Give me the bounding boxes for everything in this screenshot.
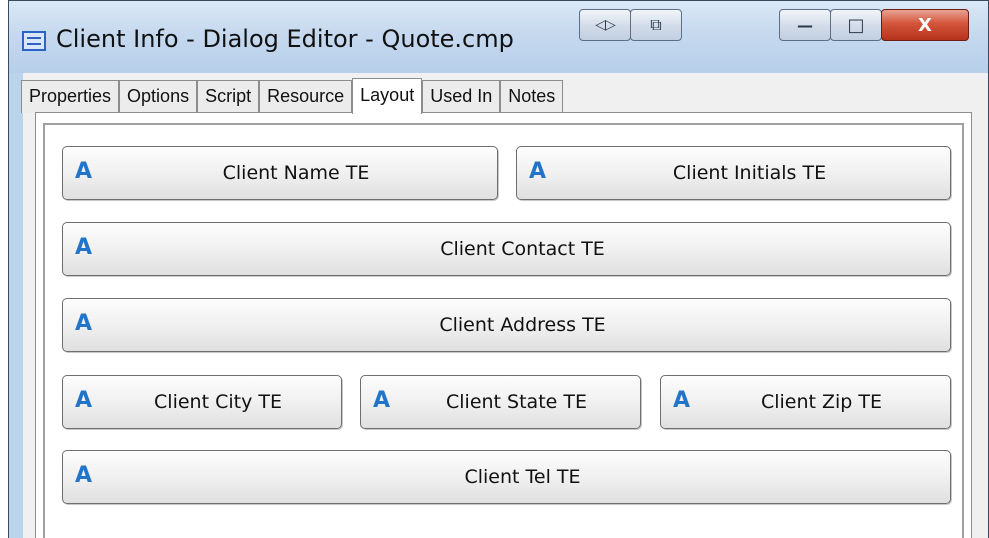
client-zip-field[interactable]: A Client Zip TE — [660, 375, 951, 429]
client-initials-field[interactable]: A Client Initials TE — [516, 146, 951, 200]
field-label: Client Contact TE — [440, 238, 605, 260]
text-edit-icon: A — [75, 311, 93, 336]
text-edit-icon: A — [529, 159, 547, 184]
text-edit-icon: A — [75, 235, 93, 260]
split-view-icon: ◁▷ — [595, 17, 616, 33]
dock-button[interactable]: ⧉ — [630, 9, 682, 41]
tab-used-in[interactable]: Used In — [422, 80, 501, 113]
dialog-window-icon[interactable] — [22, 31, 46, 51]
field-label: Client Zip TE — [760, 391, 883, 413]
text-edit-icon: A — [75, 388, 93, 413]
tab-strip: Properties Options Script Resource Layou… — [21, 77, 564, 114]
maximize-button[interactable]: □ — [830, 9, 882, 41]
field-label: Client City TE — [154, 391, 282, 413]
client-name-field[interactable]: A Client Name TE — [62, 146, 498, 200]
client-city-field[interactable]: A Client City TE — [62, 375, 342, 429]
text-edit-icon: A — [75, 159, 93, 184]
maximize-icon: □ — [847, 14, 865, 36]
layout-canvas: A Client Name TE A Client Initials TE A … — [43, 123, 964, 538]
layout-panel: A Client Name TE A Client Initials TE A … — [35, 112, 972, 538]
field-label: Client State TE — [446, 391, 587, 413]
tab-resource[interactable]: Resource — [259, 80, 353, 113]
client-tel-field[interactable]: A Client Tel TE — [62, 450, 951, 504]
title-bar[interactable]: Client Info - Dialog Editor - Quote.cmp … — [9, 1, 988, 73]
client-address-field[interactable]: A Client Address TE — [62, 298, 951, 352]
dialog-editor-window: Client Info - Dialog Editor - Quote.cmp … — [8, 0, 989, 538]
field-label: Client Name TE — [222, 162, 370, 184]
client-state-field[interactable]: A Client State TE — [360, 375, 641, 429]
field-label: Client Tel TE — [464, 466, 581, 488]
tab-properties[interactable]: Properties — [21, 80, 120, 113]
split-view-button[interactable]: ◁▷ — [579, 9, 631, 41]
tab-options[interactable]: Options — [119, 80, 198, 113]
client-contact-field[interactable]: A Client Contact TE — [62, 222, 951, 276]
minimize-icon: — — [797, 15, 813, 35]
text-edit-icon: A — [75, 463, 93, 488]
tab-layout[interactable]: Layout — [352, 78, 423, 114]
text-edit-icon: A — [673, 388, 691, 413]
close-button[interactable]: X — [881, 9, 969, 41]
text-edit-icon: A — [373, 388, 391, 413]
field-label: Client Initials TE — [672, 162, 827, 184]
dock-icon: ⧉ — [650, 15, 662, 34]
tab-script[interactable]: Script — [197, 80, 260, 113]
minimize-button[interactable]: — — [779, 9, 831, 41]
close-icon: X — [918, 14, 932, 36]
tab-notes[interactable]: Notes — [500, 80, 564, 113]
field-label: Client Address TE — [439, 314, 606, 336]
window-title: Client Info - Dialog Editor - Quote.cmp — [56, 25, 514, 53]
